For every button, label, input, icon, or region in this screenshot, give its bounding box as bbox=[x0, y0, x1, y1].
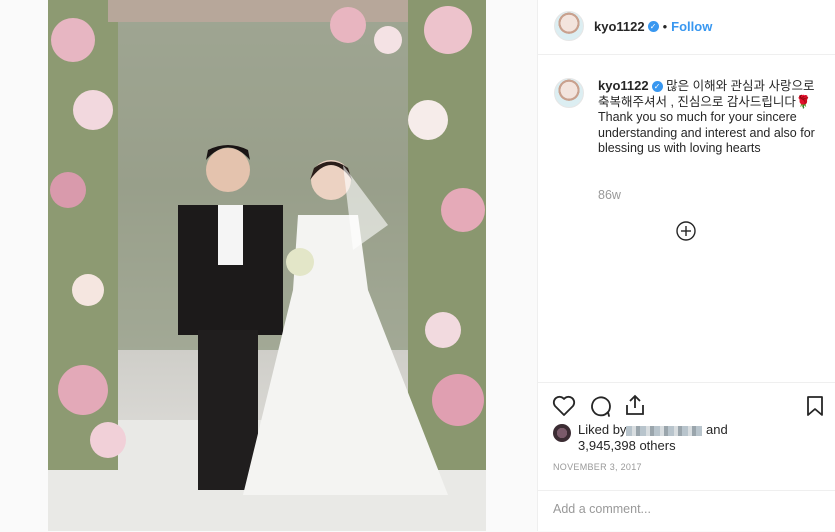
liker-avatar[interactable] bbox=[553, 424, 571, 442]
plus-circle-icon[interactable] bbox=[676, 221, 696, 241]
share-icon[interactable] bbox=[624, 393, 646, 417]
post-photo[interactable] bbox=[48, 0, 486, 531]
liker-username-blurred[interactable] bbox=[626, 425, 703, 436]
post-caption: kyo1122 ✓ 많은 이해와 관심과 사랑으로 축복해주셔서 , 진심으로 감… bbox=[598, 78, 823, 157]
separator-dot: • bbox=[662, 19, 668, 34]
comment-age[interactable]: 86w bbox=[598, 188, 621, 202]
comment-icon[interactable] bbox=[588, 394, 612, 418]
bookmark-icon[interactable] bbox=[806, 395, 824, 417]
post-sidebar: kyo1122 ✓ • Follow kyo1122 ✓ 많은 이해와 관심과 사랑으로… bbox=[537, 0, 835, 531]
verified-badge-icon: ✓ bbox=[651, 81, 663, 93]
follow-button[interactable]: Follow bbox=[671, 19, 712, 34]
likes-summary: Liked by and 3,945,398 others bbox=[578, 422, 728, 454]
comment-input[interactable]: Add a comment... bbox=[553, 502, 651, 516]
caption-username[interactable]: kyo1122 bbox=[598, 78, 649, 93]
post-date[interactable]: NOVEMBER 3, 2017 bbox=[553, 462, 642, 472]
header-meta: kyo1122 ✓ • Follow bbox=[594, 18, 712, 36]
wedding-photo-illustration bbox=[48, 0, 486, 531]
author-username[interactable]: kyo1122 bbox=[594, 19, 645, 34]
caption-avatar[interactable] bbox=[554, 78, 584, 108]
likes-count[interactable]: 3,945,398 others bbox=[578, 438, 676, 453]
liked-by-and: and bbox=[706, 422, 728, 437]
post-header: kyo1122 ✓ • Follow bbox=[538, 0, 835, 55]
author-avatar[interactable] bbox=[554, 11, 584, 41]
heart-icon[interactable] bbox=[552, 395, 576, 417]
verified-badge-icon: ✓ bbox=[647, 21, 659, 33]
comment-box[interactable]: Add a comment... bbox=[538, 490, 835, 532]
liked-by-label: Liked by bbox=[578, 422, 627, 437]
